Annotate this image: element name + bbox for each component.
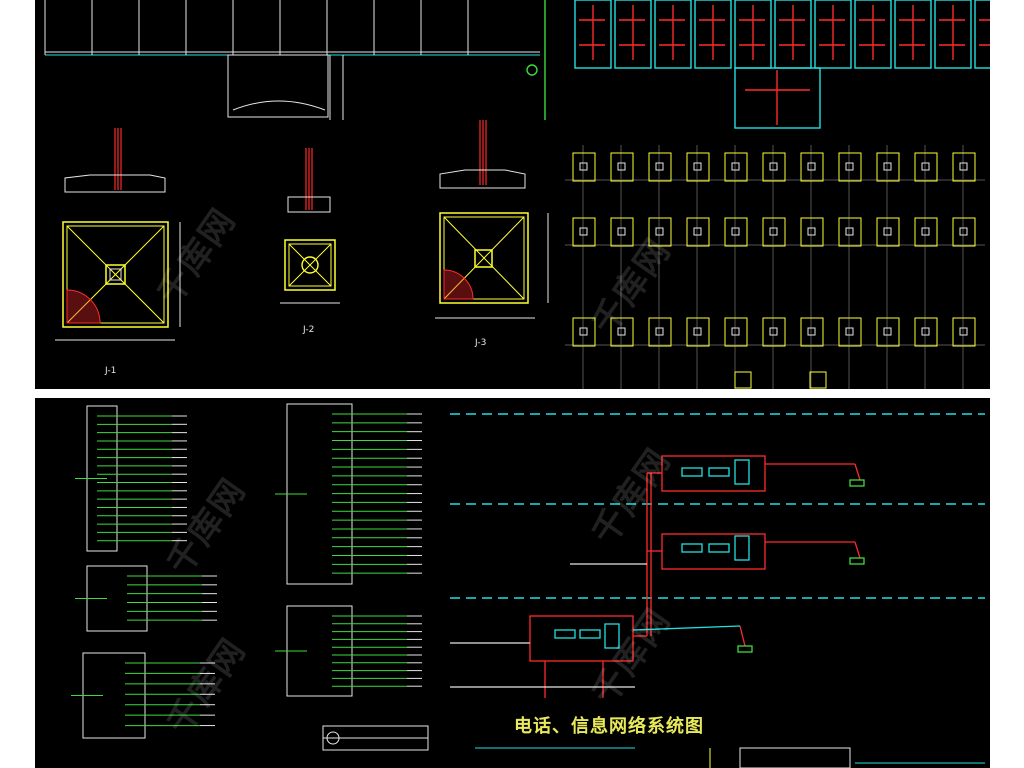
system-diagram-title: 电话、信息网络系统图 (514, 716, 704, 737)
distribution-boxes (71, 403, 422, 739)
electrical-sheet: 电话、信息网络系统图 (35, 398, 990, 768)
electrical-drawing (71, 403, 985, 768)
pile-cap-grid (565, 145, 985, 389)
network-system-diagram (450, 413, 985, 698)
detail-label-j1: J-1 (105, 366, 117, 376)
foundation-plan (526, 0, 990, 129)
foundation-sheet: J-1 J-2 J-3 (35, 0, 990, 389)
detail-label-j3: J-3 (475, 338, 487, 348)
footing-detail-j1 (55, 128, 181, 341)
footing-detail-j2 (280, 148, 340, 304)
detail-label-j2: J-2 (303, 325, 315, 335)
footing-detail-j3 (435, 120, 549, 319)
foundation-drawing (44, 0, 990, 389)
title-strip (44, 0, 540, 120)
